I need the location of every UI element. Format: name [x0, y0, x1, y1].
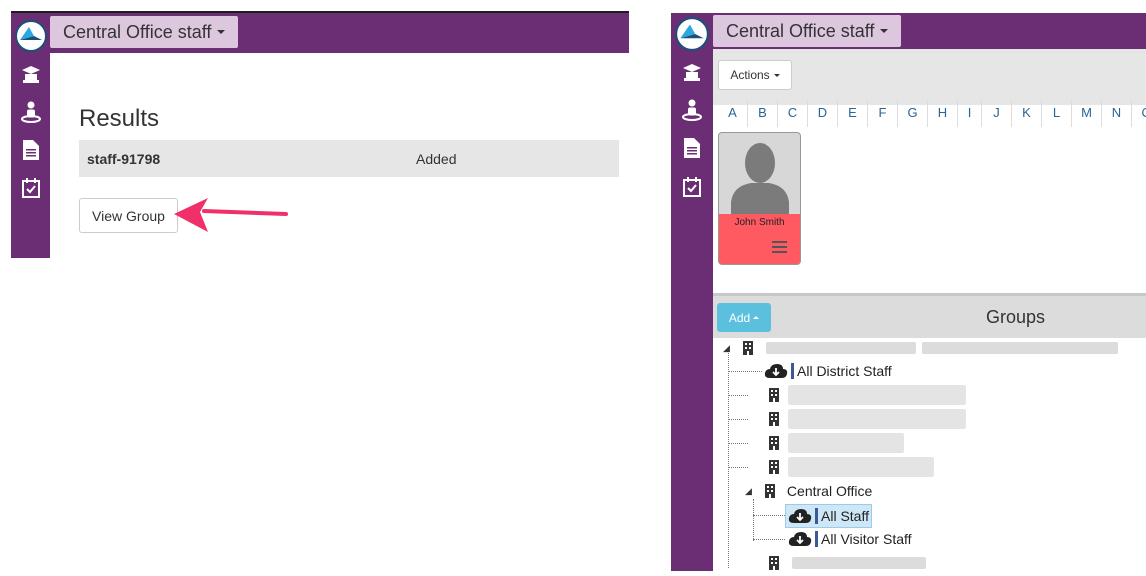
sidebar-rail	[671, 13, 713, 571]
caret-down-icon	[880, 29, 889, 33]
tree-node-school[interactable]	[768, 552, 926, 571]
alphabet-letter-j[interactable]: J	[982, 99, 1012, 127]
right-screenshot-panel: Central Office staff Actions ABCDEFGHIJK…	[671, 13, 1146, 571]
results-heading: Results	[79, 105, 160, 132]
expand-toggle-icon[interactable]: ◢	[745, 486, 752, 497]
cloud-download-icon	[788, 509, 812, 523]
top-navbar: Central Office staff	[50, 13, 629, 53]
person-silhouette-icon	[731, 143, 789, 218]
calendar-check-icon[interactable]	[671, 174, 713, 200]
student-icon[interactable]	[11, 99, 50, 125]
caret-up-icon	[753, 316, 760, 319]
group-dropdown-label: Central Office staff	[63, 21, 212, 42]
app-logo-icon[interactable]	[671, 16, 713, 52]
tree-node-all-district-staff[interactable]: All District Staff	[764, 360, 892, 382]
alphabet-letter-h[interactable]: H	[928, 99, 958, 127]
document-icon[interactable]	[671, 135, 713, 161]
add-group-button[interactable]: Add	[717, 303, 771, 332]
alphabet-letter-m[interactable]: M	[1072, 99, 1102, 127]
building-icon	[769, 388, 779, 402]
building-icon	[769, 436, 779, 450]
add-button-label: Add	[728, 310, 751, 325]
graduation-cap-icon[interactable]	[671, 59, 713, 85]
alphabet-letter-d[interactable]: D	[808, 99, 838, 127]
student-icon[interactable]	[671, 97, 713, 123]
app-logo-icon[interactable]	[11, 19, 50, 53]
alphabet-letter-g[interactable]: G	[898, 99, 928, 127]
building-icon	[769, 460, 779, 474]
tree-node-label: All Visitor Staff	[821, 531, 912, 547]
tree-node-label: All Staff	[821, 508, 869, 524]
caret-down-icon	[217, 30, 226, 34]
caret-down-icon	[773, 73, 780, 77]
left-screenshot-panel: Central Office staff Results staff-91798…	[11, 11, 629, 258]
alphabet-letter-l[interactable]: L	[1042, 99, 1072, 127]
result-name: staff-91798	[87, 151, 161, 167]
result-status: Added	[416, 151, 457, 167]
group-dropdown-label: Central Office staff	[726, 20, 875, 41]
redacted-text	[765, 342, 916, 354]
top-navbar: Central Office staff	[713, 13, 1146, 49]
alphabet-letter-o[interactable]: O	[1132, 99, 1146, 127]
tree-node-school[interactable]	[768, 384, 966, 406]
tree-node-label: All District Staff	[797, 363, 892, 379]
groups-title: Groups	[986, 307, 1046, 327]
sidebar-rail	[11, 13, 50, 258]
redacted-text	[788, 409, 966, 429]
actions-button[interactable]: Actions	[718, 60, 792, 90]
tree-node-all-staff[interactable]: All Staff	[785, 504, 872, 528]
alphabet-filter: ABCDEFGHIJKLMNO	[718, 99, 1146, 127]
person-card-name: John Smith	[734, 217, 785, 228]
tree-node-school[interactable]	[768, 408, 966, 430]
calendar-check-icon[interactable]	[11, 175, 50, 201]
alphabet-letter-n[interactable]: N	[1102, 99, 1132, 127]
annotation-arrow-icon	[174, 198, 288, 232]
building-icon	[764, 484, 775, 498]
tree-node-label: Central Office	[786, 483, 873, 499]
tree-node-school[interactable]	[768, 456, 934, 478]
graduation-cap-icon[interactable]	[11, 61, 50, 87]
cloud-download-icon	[788, 532, 812, 546]
group-dropdown-button[interactable]: Central Office staff	[713, 15, 902, 47]
alphabet-letter-f[interactable]: F	[868, 99, 898, 127]
alphabet-letter-a[interactable]: A	[718, 99, 748, 127]
redacted-text	[788, 385, 966, 405]
building-icon	[742, 341, 753, 355]
view-group-button[interactable]: View Group	[79, 198, 178, 233]
redacted-text	[792, 557, 926, 569]
redacted-text	[788, 433, 904, 453]
tree-node-all-visitor-staff[interactable]: All Visitor Staff	[788, 528, 912, 550]
alphabet-letter-i[interactable]: I	[958, 99, 982, 127]
tree-node-school[interactable]	[768, 432, 904, 454]
actions-toolbar: Actions	[713, 49, 1146, 105]
person-card[interactable]: John Smith	[718, 132, 801, 265]
result-row: staff-91798 Added	[79, 140, 619, 177]
hamburger-menu-icon[interactable]	[772, 241, 787, 256]
redacted-text	[921, 342, 1118, 354]
redacted-text	[788, 457, 934, 477]
building-icon	[769, 556, 779, 570]
groups-header-bar: Add Groups	[713, 293, 1146, 338]
actions-label: Actions	[730, 68, 770, 82]
alphabet-letter-k[interactable]: K	[1012, 99, 1042, 127]
expand-toggle-icon[interactable]: ◢	[723, 343, 730, 354]
tree-node-central-office[interactable]: ◢ Central Office	[745, 480, 872, 502]
alphabet-letter-e[interactable]: E	[838, 99, 868, 127]
document-icon[interactable]	[11, 137, 50, 163]
cloud-download-icon	[764, 364, 788, 378]
tree-node-root[interactable]: ◢	[723, 337, 1118, 359]
alphabet-letter-c[interactable]: C	[778, 99, 808, 127]
group-dropdown-button[interactable]: Central Office staff	[50, 16, 239, 48]
building-icon	[769, 412, 779, 426]
alphabet-letter-b[interactable]: B	[748, 99, 778, 127]
